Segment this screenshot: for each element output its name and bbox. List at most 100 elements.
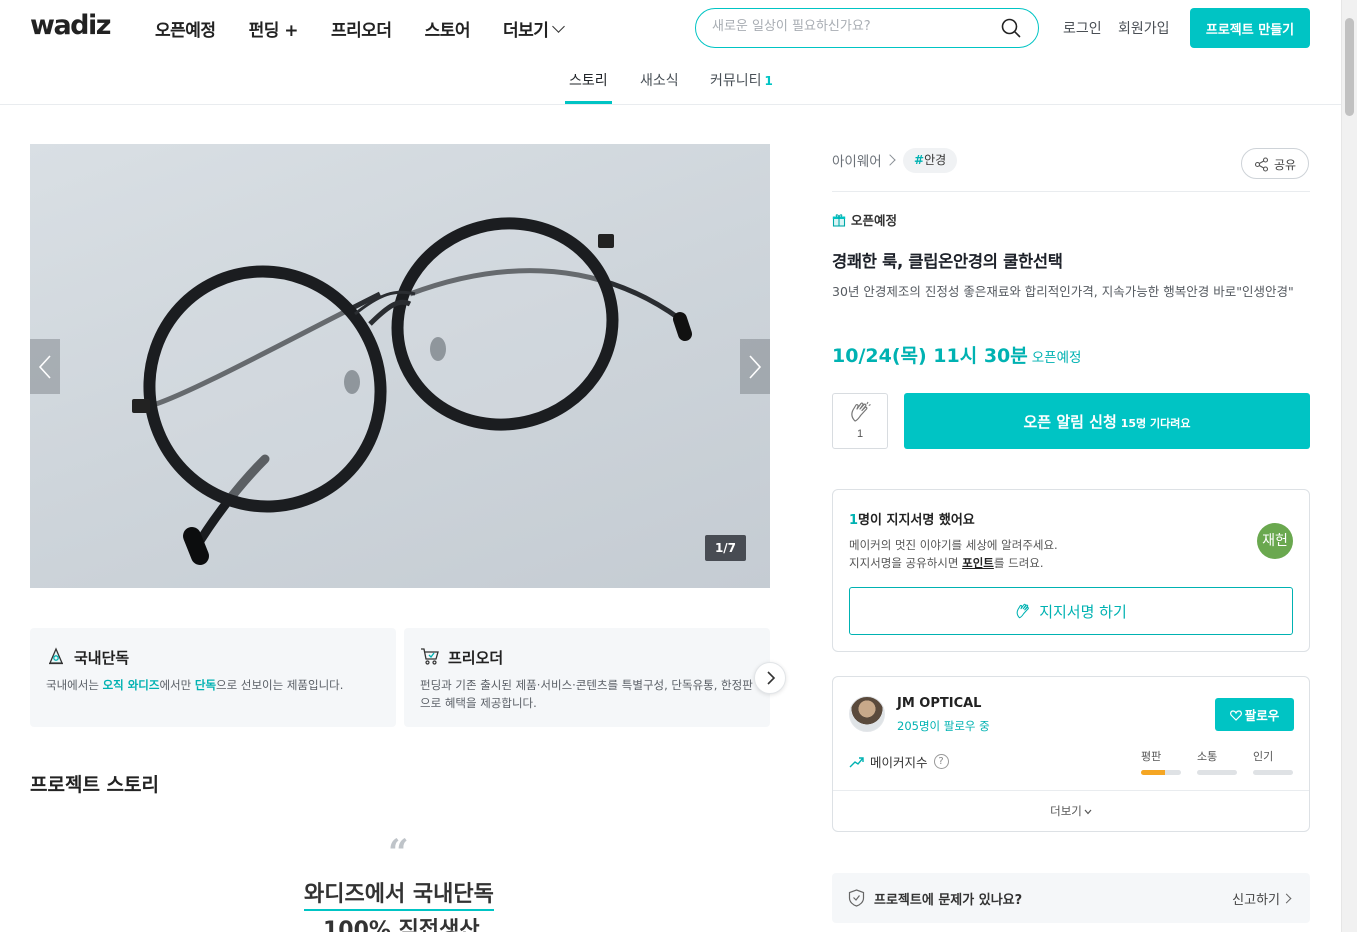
gallery-counter: 1/7 [705, 535, 746, 561]
stat-label: 인기 [1253, 750, 1274, 763]
support-title: 1명이 지지서명 했어요 [849, 509, 975, 528]
sign-support-button[interactable]: 지지서명 하기 [849, 587, 1293, 635]
maker-followers: 205명이 팔로우 중 [897, 719, 990, 733]
chevron-right-icon [884, 154, 896, 166]
product-gallery[interactable]: 1/7 [30, 144, 770, 588]
story-section-title: 프로젝트 스토리 [30, 774, 159, 796]
chevron-down-icon [552, 19, 566, 33]
hash-symbol: # [914, 153, 925, 167]
stat-label: 소통 [1197, 750, 1218, 763]
search-box[interactable] [695, 8, 1039, 48]
menu-open-soon[interactable]: 오픈예정 [155, 16, 216, 41]
page-scrollbar[interactable] [1341, 0, 1357, 932]
desc-text: 국내에서는 [46, 678, 103, 692]
hashtag-label: 안경 [924, 153, 947, 167]
report-link[interactable]: 신고하기 [1232, 889, 1280, 908]
support-count: 1 [849, 513, 859, 528]
exclusive-card[interactable]: 국내단독 국내에서는 오직 와디즈에서만 단독으로 선보이는 제품입니다. [30, 628, 396, 727]
menu-preorder[interactable]: 프리오더 [331, 16, 392, 41]
support-desc-2: 지지서명을 공유하시면 포인트를 드려요. [849, 555, 1044, 571]
stat-bar [1197, 770, 1237, 775]
maker-avatar[interactable] [849, 696, 885, 732]
sign-label: 지지서명 하기 [1039, 602, 1127, 621]
more-label: 더보기 [1050, 804, 1082, 818]
gallery-prev-button[interactable] [30, 339, 60, 394]
clap-icon [851, 401, 871, 422]
tab-story[interactable]: 스토리 [569, 70, 608, 90]
chevron-right-icon [767, 671, 776, 685]
gift-icon [832, 213, 846, 227]
report-bar[interactable]: 프로젝트에 문제가 있나요? 신고하기 [832, 873, 1310, 923]
chevron-down-icon [1084, 809, 1092, 815]
tab-news[interactable]: 새소식 [640, 70, 679, 90]
support-title-text: 명이 지지서명 했어요 [858, 513, 975, 528]
desc-highlight: 오직 와디즈 [102, 678, 160, 692]
support-desc-1: 메이커의 멋진 이야기를 세상에 알려주세요. [849, 538, 1058, 552]
cheer-button[interactable]: 1 [832, 393, 888, 449]
stat-label: 평판 [1141, 750, 1162, 763]
search-icon[interactable] [1001, 18, 1021, 38]
card-title: 국내단독 [74, 649, 130, 667]
stat-fill [1141, 770, 1165, 775]
share-button[interactable]: 공유 [1241, 148, 1309, 179]
shield-icon [848, 889, 865, 907]
trophy-icon [49, 647, 63, 665]
divider [832, 191, 1310, 192]
project-tabs: 스토리 새소식 커뮤니티 1 [0, 56, 1341, 105]
card-desc: 펀딩과 기존 출시된 제품·서비스·콘텐츠를 특별구성, 단독유통, 한정판으로… [420, 678, 753, 710]
card-title: 프리오더 [448, 649, 504, 667]
cart-icon [421, 648, 439, 665]
category-link[interactable]: 아이웨어 [832, 150, 882, 170]
support-signature-box: 1명이 지지서명 했어요 메이커의 멋진 이야기를 세상에 알려주세요. 지지서… [832, 489, 1310, 652]
stat-communication: 소통 [1197, 748, 1237, 775]
point-link[interactable]: 포인트 [962, 556, 994, 570]
menu-more[interactable]: 더보기 [503, 16, 566, 41]
wadiz-logo[interactable]: wadiz [30, 10, 111, 41]
cheer-count: 1 [856, 428, 864, 440]
breadcrumb: 아이웨어 [832, 150, 902, 170]
desc-text: 지지서명을 공유하시면 [849, 556, 963, 570]
gallery-next-button[interactable] [740, 339, 770, 394]
heart-icon [1229, 710, 1242, 721]
tab-community[interactable]: 커뮤니티 1 [710, 70, 773, 90]
chevron-right-icon [749, 355, 762, 379]
maker-info-box: JM OPTICAL 205명이 팔로우 중 팔로우 메이커지수 ? 평판 소통… [832, 676, 1310, 832]
main-menu: 오픈예정 펀딩 + 프리오더 스토어 더보기 [155, 16, 596, 41]
help-icon[interactable]: ? [933, 754, 949, 769]
open-alarm-button[interactable]: 오픈 알림 신청 15명 기다려요 [904, 393, 1310, 449]
status-label: 오픈예정 [851, 213, 898, 228]
open-date-suffix: 오픈예정 [1031, 350, 1082, 366]
follow-label: 팔로우 [1244, 708, 1280, 723]
open-date-value: 10/24(목) 11시 30분 [832, 345, 1028, 367]
share-label: 공유 [1274, 158, 1297, 172]
supporter-avatar: 재헌 [1257, 523, 1293, 559]
quote-mark: “ [388, 832, 409, 874]
stat-popularity: 인기 [1253, 748, 1293, 775]
project-description: 30년 안경제조의 진정성 좋은재료와 합리적인가격, 지속가능한 행복안경 바… [832, 284, 1294, 299]
login-link[interactable]: 로그인 [1063, 18, 1102, 38]
make-project-button[interactable]: 프로젝트 만들기 [1190, 8, 1310, 48]
chevron-left-icon [38, 355, 51, 379]
open-date: 10/24(목) 11시 30분 오픈예정 [832, 341, 1081, 368]
stat-reputation: 평판 [1141, 748, 1181, 775]
preorder-card[interactable]: 프리오더 펀딩과 기존 출시된 제품·서비스·콘텐츠를 특별구성, 단독유통, … [404, 628, 770, 727]
menu-store[interactable]: 스토어 [425, 16, 471, 41]
cards-next-button[interactable] [754, 662, 786, 694]
search-input[interactable] [712, 19, 992, 34]
story-headline: 와디즈에서 국내단독 [304, 876, 494, 911]
maker-more-button[interactable]: 더보기 [833, 803, 1309, 819]
desc-highlight: 단독 [194, 678, 217, 692]
product-image [132, 217, 692, 565]
global-nav: wadiz 오픈예정 펀딩 + 프리오더 스토어 더보기 로그인 회원가입 프로… [0, 0, 1341, 56]
signup-link[interactable]: 회원가입 [1118, 18, 1170, 38]
stat-bar [1253, 770, 1293, 775]
maker-name[interactable]: JM OPTICAL [897, 696, 981, 711]
alarm-label: 오픈 알림 신청 [1023, 412, 1117, 431]
menu-funding[interactable]: 펀딩 + [249, 16, 299, 41]
maker-index: 메이커지수 ? [849, 752, 949, 771]
follow-button[interactable]: 팔로우 [1215, 698, 1294, 731]
scrollbar-thumb[interactable] [1345, 18, 1354, 116]
tab-community-label: 커뮤니티 [710, 73, 762, 89]
maker-index-label: 메이커지수 [870, 755, 928, 770]
hashtag-chip[interactable]: #안경 [903, 148, 958, 173]
